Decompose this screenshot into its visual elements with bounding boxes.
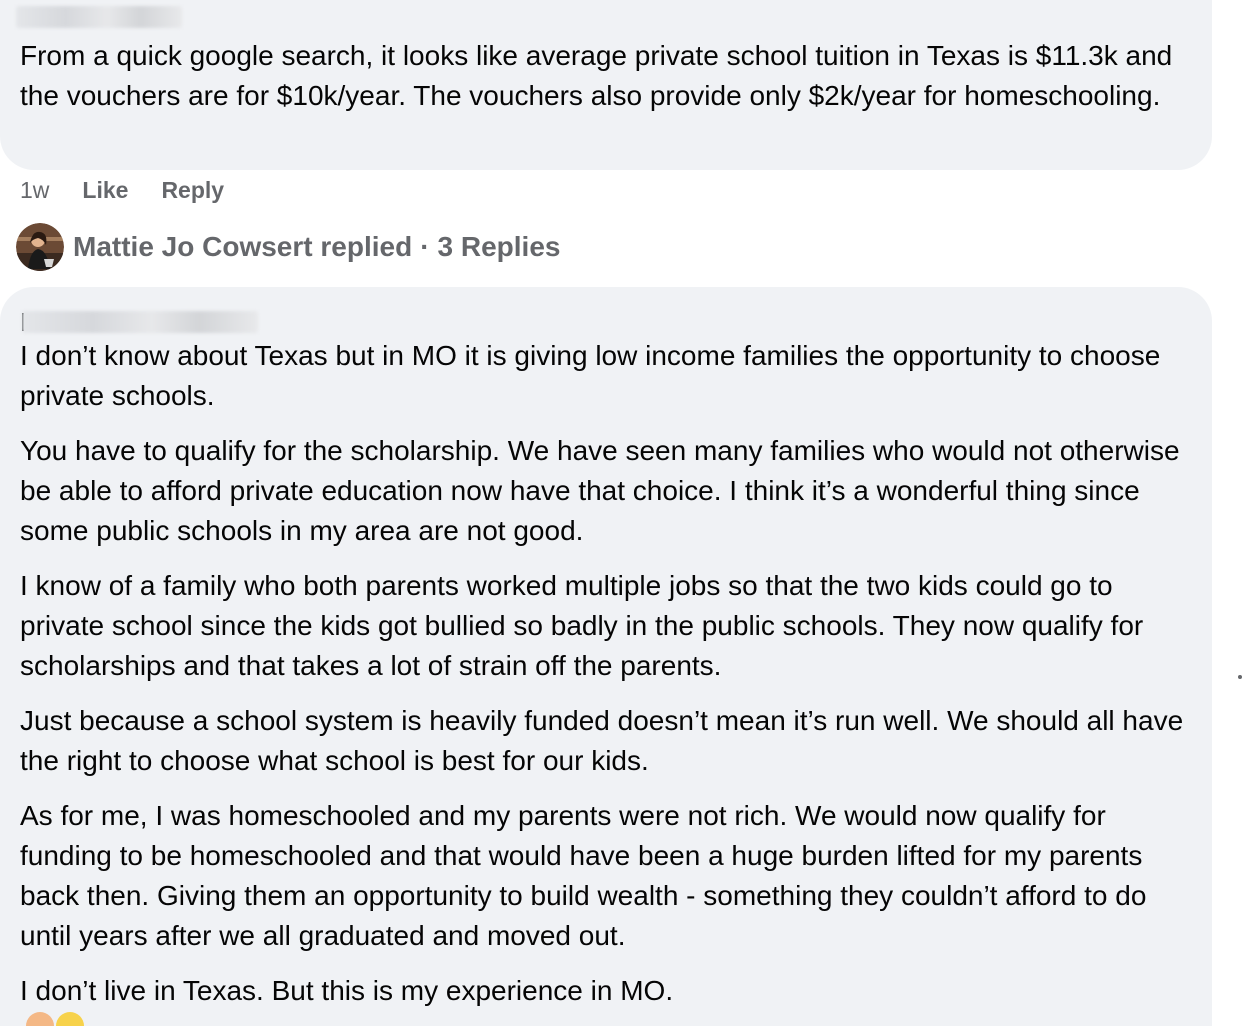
comment-paragraph: I don’t live in Texas. But this is my ex… [20, 975, 674, 1006]
redacted-author-name [16, 6, 182, 28]
comment-paragraph: I know of a family who both parents work… [20, 570, 1144, 681]
comment-paragraph: You have to qualify for the scholarship.… [20, 435, 1180, 546]
avatar[interactable] [16, 223, 64, 271]
folded-hands-emoji-icon [26, 1012, 54, 1026]
comment-paragraph: As for me, I was homeschooled and my par… [20, 800, 1147, 951]
scroll-indicator-dot [1238, 675, 1242, 679]
separator-dot: · [420, 231, 430, 262]
comment-thread: From a quick google search, it looks lik… [0, 0, 1244, 1026]
reply-button[interactable]: Reply [161, 177, 224, 204]
view-replies-link[interactable]: Mattie Jo Cowsert replied · 3 Replies [16, 222, 560, 272]
comment-text: From a quick google search, it looks lik… [20, 40, 1173, 111]
reaction-emojis [26, 1012, 86, 1026]
reply-author-label: Mattie Jo Cowsert replied [73, 231, 413, 262]
redacted-author-name [22, 311, 258, 333]
like-button[interactable]: Like [82, 177, 128, 204]
comment-paragraph: I don’t know about Texas but in MO it is… [20, 340, 1161, 411]
reply-count: 3 Replies [437, 231, 561, 262]
comment-timestamp[interactable]: 1w [20, 177, 49, 204]
comment-body: I don’t know about Texas but in MO it is… [20, 336, 1195, 1011]
comment-actions: 1w Like Reply [20, 172, 257, 208]
comment-bubble: From a quick google search, it looks lik… [0, 0, 1212, 170]
yellow-heart-emoji-icon [56, 1012, 84, 1026]
comment-paragraph: Just because a school system is heavily … [20, 705, 1184, 776]
comment-bubble: I don’t know about Texas but in MO it is… [0, 287, 1212, 1026]
